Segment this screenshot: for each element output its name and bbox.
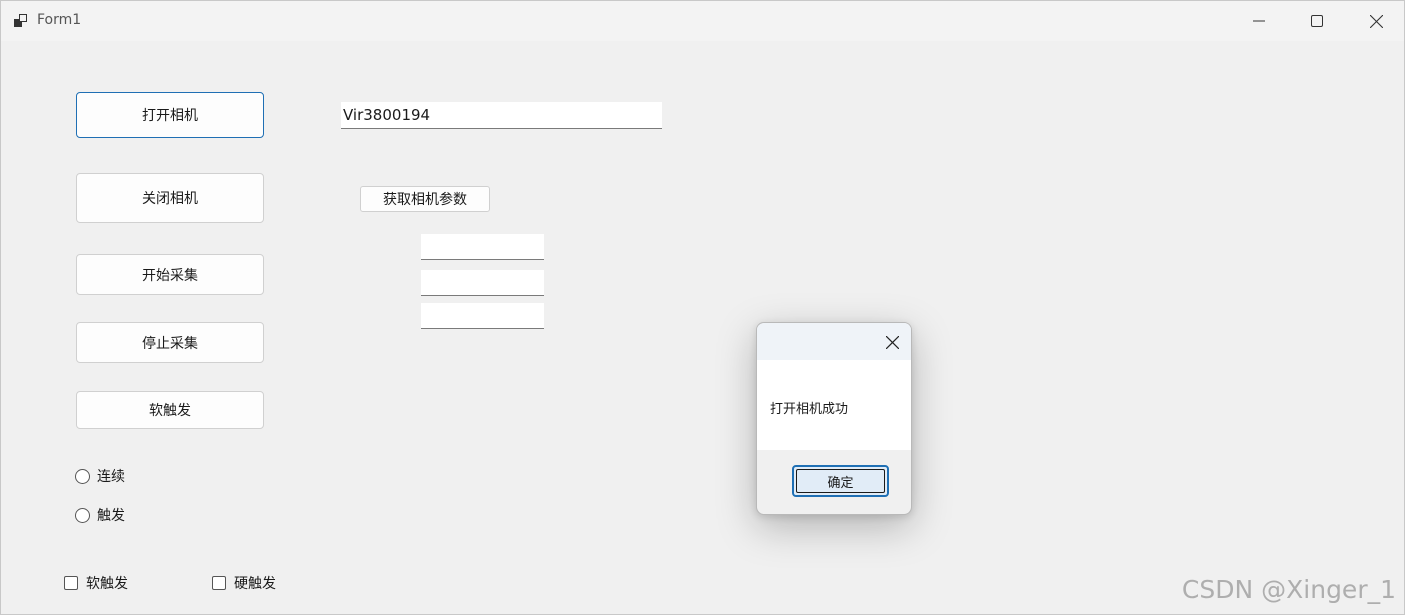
message-dialog: 打开相机成功 确定 <box>756 322 912 515</box>
checkbox-hard-trigger-label: 硬触发 <box>234 576 276 592</box>
close-icon <box>885 335 899 349</box>
window-title: Form1 <box>37 12 82 28</box>
app-icon <box>13 13 29 29</box>
main-window: Form1 打开相机 关闭相机 开始采集 停止采集 软触发 Vir3800194… <box>0 0 1405 615</box>
minimize-button[interactable] <box>1230 1 1288 41</box>
radio-continuous-label: 连续 <box>97 469 125 485</box>
maximize-icon <box>1311 15 1323 27</box>
watermark: CSDN @Xinger_1 <box>1181 575 1396 604</box>
minimize-icon <box>1253 20 1265 22</box>
checkbox-hard-trigger[interactable]: 硬触发 <box>212 573 276 593</box>
checkbox-box[interactable] <box>212 576 226 590</box>
maximize-button[interactable] <box>1288 1 1346 41</box>
open-camera-button[interactable]: 打开相机 <box>76 92 264 138</box>
stop-capture-button[interactable]: 停止采集 <box>76 322 264 363</box>
checkbox-box[interactable] <box>64 576 78 590</box>
close-button[interactable] <box>1347 1 1405 41</box>
radio-trigger-label: 触发 <box>97 508 125 524</box>
close-camera-button[interactable]: 关闭相机 <box>76 173 264 223</box>
dialog-message: 打开相机成功 <box>770 402 849 417</box>
dialog-title-bar <box>757 323 911 360</box>
camera-id-input[interactable]: Vir3800194 <box>341 102 662 129</box>
dialog-close-button[interactable] <box>879 329 905 355</box>
checkbox-soft-trigger-label: 软触发 <box>86 576 128 592</box>
close-icon <box>1369 14 1383 28</box>
dialog-ok-button[interactable]: 确定 <box>792 465 889 497</box>
radio-trigger[interactable]: 触发 <box>75 505 125 525</box>
soft-trigger-button[interactable]: 软触发 <box>76 391 264 429</box>
title-bar: Form1 <box>1 1 1404 41</box>
radio-circle[interactable] <box>75 468 90 484</box>
param-input-3[interactable] <box>421 303 544 329</box>
radio-circle[interactable] <box>75 507 90 523</box>
param-input-2[interactable] <box>421 270 544 296</box>
radio-continuous[interactable]: 连续 <box>75 466 125 486</box>
start-capture-button[interactable]: 开始采集 <box>76 254 264 295</box>
get-camera-params-button[interactable]: 获取相机参数 <box>360 186 490 212</box>
dialog-body: 打开相机成功 <box>757 360 911 450</box>
param-input-1[interactable] <box>421 234 544 260</box>
checkbox-soft-trigger[interactable]: 软触发 <box>64 573 128 593</box>
